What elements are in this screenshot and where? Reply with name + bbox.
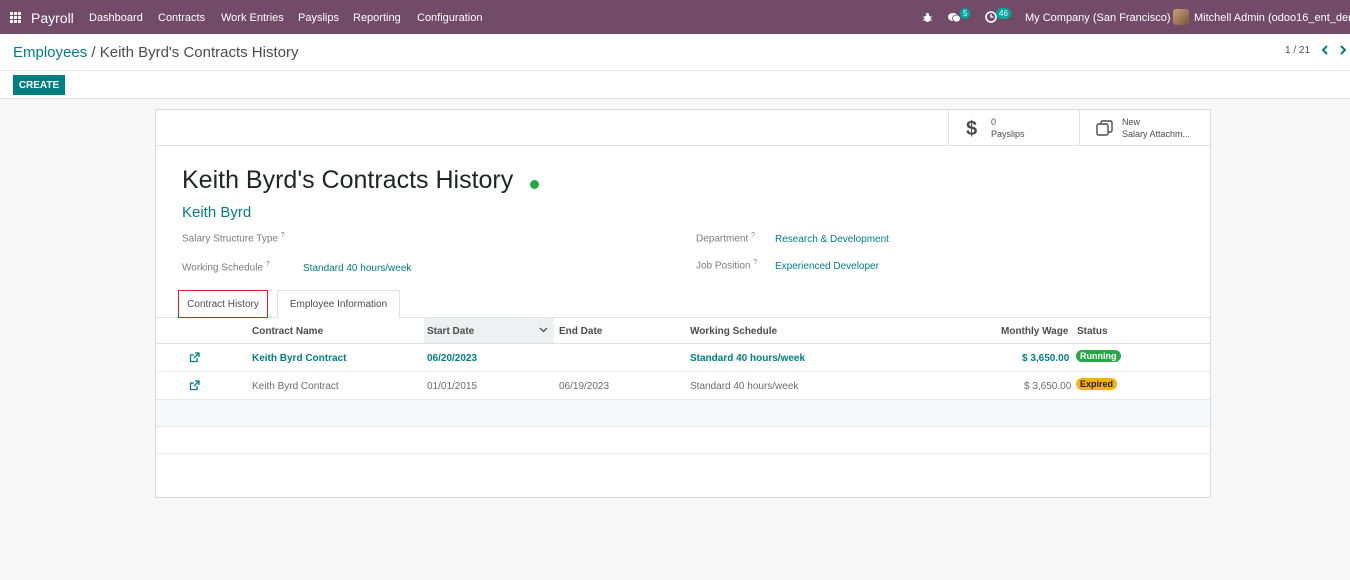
attachments-copy-icon [1096,119,1113,136]
pager-value[interactable]: 1 / 21 [1285,45,1310,56]
working-schedule-label: Working Schedule ? [182,261,270,274]
open-record-external-link-icon[interactable] [189,352,200,363]
contract-name-cell: Keith Byrd Contract [252,353,347,364]
apps-menu-icon[interactable] [10,12,21,23]
payslips-stat-button[interactable]: $ 0 Payslips [948,110,1079,145]
active-status-dot [530,180,539,189]
header-working-schedule[interactable]: Working Schedule [690,326,777,337]
breadcrumb-separator: / [91,44,96,61]
header-status[interactable]: Status [1077,326,1108,337]
tab-employee-information[interactable]: Employee Information [277,290,400,318]
menu-work-entries[interactable]: Work Entries [221,12,284,24]
svg-text:$: $ [966,118,977,138]
header-contract-name[interactable]: Contract Name [252,326,323,337]
messages-count-badge: 5 [960,8,971,19]
activities-count-badge: 46 [996,8,1011,19]
status-badge: Expired [1076,378,1118,390]
tab-contract-history[interactable]: Contract History [178,290,268,318]
empty-row [156,427,1210,454]
header-start-date[interactable]: Start Date [427,326,474,337]
create-button[interactable]: CREATE [13,75,65,95]
job-position-label: Job Position ? [696,259,758,272]
menu-payslips[interactable]: Payslips [298,12,339,24]
contract-name-cell: Keith Byrd Contract [252,381,339,392]
menu-dashboard[interactable]: Dashboard [89,12,143,24]
control-panel-divider [0,70,1350,71]
salary-attachments-value: New [1122,116,1141,127]
department-label: Department ? [696,232,755,245]
monthly-wage-cell: $ 3,650.00 [1022,353,1070,364]
table-row[interactable]: Keith Byrd Contract 06/20/2023 Standard … [156,344,1210,372]
company-switcher[interactable]: My Company (San Francisco) [1025,12,1171,24]
pager-previous-icon[interactable] [1321,45,1329,55]
control-panel: Employees / Keith Byrd's Contracts Histo… [0,34,1350,99]
menu-reporting[interactable]: Reporting [353,12,401,24]
notebook-tabs: Contract History Employee Information [156,288,1210,318]
form-sheet: $ 0 Payslips New Salary Attachm... Keith… [155,109,1211,498]
menu-contracts[interactable]: Contracts [158,12,205,24]
empty-row [156,400,1210,427]
button-box: $ 0 Payslips New Salary Attachm... [156,110,1210,146]
open-record-external-link-icon[interactable] [189,380,200,391]
app-brand[interactable]: Payroll [31,10,74,26]
record-title: Keith Byrd's Contracts History [182,166,514,194]
status-badge: Running [1076,350,1121,362]
working-schedule-cell: Standard 40 hours/week [690,381,799,392]
header-end-date[interactable]: End Date [559,326,602,337]
start-date-cell: 06/20/2023 [427,353,478,364]
start-date-cell: 01/01/2015 [427,381,478,392]
breadcrumb-employees-link[interactable]: Employees [13,44,87,61]
salary-structure-type-label: Salary Structure Type ? [182,232,285,245]
top-navbar: Payroll Dashboard Contracts Work Entries… [0,0,1350,34]
contracts-table: Contract Name Start Date End Date Workin… [156,318,1210,454]
pager-next-icon[interactable] [1339,45,1347,55]
job-position-value[interactable]: Experienced Developer [775,261,879,272]
breadcrumb: Employees / Keith Byrd's Contracts Histo… [13,44,298,61]
salary-attachments-stat-button[interactable]: New Salary Attachm... [1079,110,1210,145]
payslips-count: 0 [991,116,997,127]
table-row[interactable]: Keith Byrd Contract 01/01/2015 06/19/202… [156,372,1210,400]
monthly-wage-cell: $ 3,650.00 [1024,381,1072,392]
user-avatar[interactable] [1173,9,1189,25]
end-date-cell: 06/19/2023 [559,381,610,392]
table-header: Contract Name Start Date End Date Workin… [156,318,1210,344]
breadcrumb-current: Keith Byrd's Contracts History [99,44,299,61]
dollar-icon: $ [966,118,977,138]
sort-chevron-down-icon[interactable] [539,327,548,333]
department-value[interactable]: Research & Development [775,234,889,245]
payslips-label: Payslips [991,128,1025,139]
working-schedule-value[interactable]: Standard 40 hours/week [303,263,411,274]
salary-attachments-label: Salary Attachm... [1122,128,1191,139]
employee-name-link[interactable]: Keith Byrd [182,204,251,221]
menu-configuration[interactable]: Configuration [417,12,482,24]
debug-bug-icon[interactable] [922,12,933,23]
user-menu[interactable]: Mitchell Admin (odoo16_ent_demo) [1194,12,1350,24]
working-schedule-cell: Standard 40 hours/week [690,353,806,364]
header-monthly-wage[interactable]: Monthly Wage [1001,326,1068,337]
